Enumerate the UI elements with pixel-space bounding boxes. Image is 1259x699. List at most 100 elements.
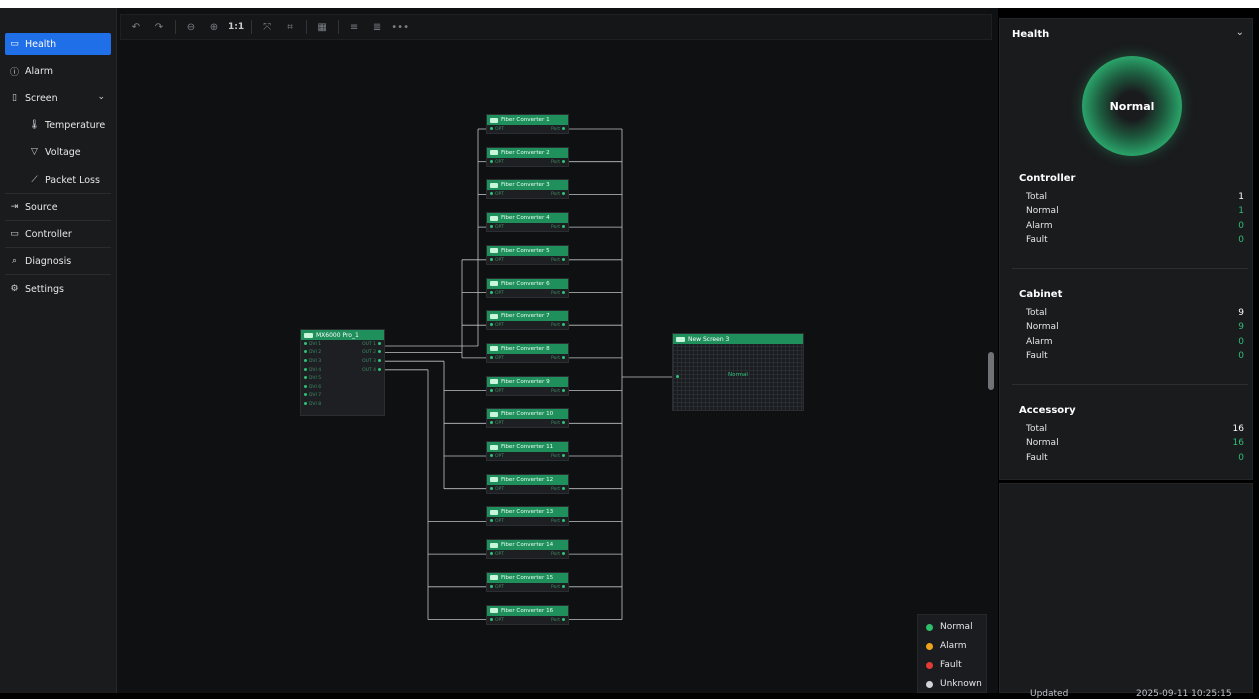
output-port[interactable]: Port: [551, 323, 565, 328]
output-port[interactable]: Port: [551, 127, 565, 132]
screen-node[interactable]: New Screen 3 Normal: [672, 333, 804, 411]
legend-dot: [926, 623, 933, 631]
controller-port-row: DVI 6: [301, 383, 384, 392]
fiber-converter-node[interactable]: Fiber Converter 10 OPT Port: [486, 408, 569, 429]
fiber-converter-title: Fiber Converter 16: [501, 607, 554, 614]
fiber-converter-title: Fiber Converter 5: [501, 247, 550, 254]
fiber-converter-node[interactable]: Fiber Converter 14 OPT Port: [486, 539, 569, 560]
controller-input-port[interactable]: DVI 8: [304, 401, 322, 407]
health-status-circle: Normal: [1082, 56, 1182, 156]
output-port[interactable]: Port: [551, 290, 565, 296]
controller-output-port[interactable]: OUT 1: [362, 341, 381, 347]
output-port[interactable]: Port: [551, 355, 565, 361]
output-port[interactable]: Port: [551, 192, 565, 197]
status-legend: Normal Alarm Fault Unknown: [917, 614, 987, 693]
chevron-down-icon[interactable]: ⌄: [1236, 27, 1244, 38]
section-divider: [1012, 384, 1248, 385]
output-port[interactable]: Port: [551, 552, 565, 557]
controller-node[interactable]: MX6000 Pro_1 DVI 1 OUT 1 DVI 2 OUT 2 DVI 3 OU…: [300, 329, 385, 416]
controller-output-port[interactable]: OUT 4: [362, 367, 381, 373]
fiber-converter-node[interactable]: Fiber Converter 11 OPT Port: [486, 441, 569, 461]
fiber-converter-header: Fiber Converter 16: [487, 605, 568, 616]
controller-input-port[interactable]: DVI 2: [304, 350, 321, 355]
row-label: Normal: [1026, 206, 1059, 216]
converter-icon: [490, 313, 498, 319]
row-label: Fault: [1026, 235, 1048, 245]
converter-icon: [490, 444, 498, 450]
row-value: 9: [1238, 308, 1244, 318]
fiber-converter-node[interactable]: Fiber Converter 6 OPT Port: [486, 277, 569, 298]
output-port[interactable]: Port: [551, 225, 565, 230]
input-port[interactable]: OPT: [490, 159, 504, 165]
cabinet-fault-row: Fault 0: [1026, 351, 1244, 365]
fiber-converter-node[interactable]: Fiber Converter 13 OPT Port: [486, 506, 569, 527]
fiber-converter-title: Fiber Converter 12: [501, 476, 554, 483]
port-label: Port: [551, 257, 560, 263]
input-port[interactable]: OPT: [490, 584, 505, 590]
canvas-scrollbar[interactable]: [988, 352, 994, 390]
output-port[interactable]: Port: [551, 257, 565, 263]
fiber-converter-node[interactable]: Fiber Converter 2 OPT Port: [486, 146, 569, 167]
port-label: DVI 8: [309, 401, 322, 407]
converter-icon: [490, 542, 498, 548]
input-port[interactable]: OPT: [490, 192, 504, 197]
fiber-converter-ports: OPT Port: [487, 223, 568, 232]
input-port[interactable]: OPT: [490, 355, 504, 361]
controller-input-port[interactable]: DVI 6: [304, 384, 322, 390]
fiber-converter-node[interactable]: Fiber Converter 7 OPT Port: [486, 310, 569, 331]
controller-output-port[interactable]: OUT 3: [362, 358, 381, 364]
port-label: OUT 2: [362, 350, 376, 356]
fiber-converter-node[interactable]: Fiber Converter 8 OPT Port: [486, 342, 569, 363]
fiber-converter-ports: OPT Port: [487, 321, 568, 330]
output-port[interactable]: Port: [551, 159, 565, 165]
fiber-converter-node[interactable]: Fiber Converter 1 OPT Port: [486, 114, 569, 134]
legend-item-unknown: Unknown: [926, 679, 982, 689]
cabinet-alarm-row: Alarm 0: [1026, 337, 1244, 351]
input-port[interactable]: OPT: [490, 552, 504, 557]
converter-icon: [490, 411, 498, 417]
input-port[interactable]: OPT: [490, 225, 504, 230]
input-port[interactable]: OPT: [490, 388, 504, 394]
output-port[interactable]: Port: [551, 519, 565, 524]
input-port[interactable]: OPT: [490, 486, 504, 492]
fiber-converter-title: Fiber Converter 10: [501, 411, 554, 418]
input-port[interactable]: OPT: [490, 421, 504, 426]
controller-input-port[interactable]: DVI 7: [304, 393, 321, 398]
fiber-converter-node[interactable]: Fiber Converter 9 OPT Port: [486, 375, 569, 396]
fiber-converter-title: Fiber Converter 15: [501, 574, 554, 581]
controller-input-port[interactable]: DVI 5: [304, 376, 321, 381]
fiber-converter-title: Fiber Converter 6: [501, 280, 550, 287]
output-port[interactable]: Port: [551, 454, 565, 459]
input-port[interactable]: OPT: [490, 257, 504, 263]
port-label: DVI 6: [309, 384, 322, 390]
controller-input-port[interactable]: DVI 3: [304, 358, 321, 364]
fiber-converter-node[interactable]: Fiber Converter 3 OPT Port: [486, 179, 569, 200]
output-port[interactable]: Port: [551, 617, 565, 623]
converter-icon: [490, 215, 498, 221]
controller-output-port[interactable]: OUT 2: [362, 350, 381, 355]
port-label: OPT: [495, 584, 505, 590]
fiber-converter-node[interactable]: Fiber Converter 15 OPT Port: [486, 571, 569, 592]
input-port[interactable]: OPT: [490, 323, 504, 328]
input-port[interactable]: OPT: [490, 519, 504, 524]
fiber-converter-ports: OPT Port: [487, 419, 568, 428]
fiber-converter-node[interactable]: Fiber Converter 12 OPT Port: [486, 473, 569, 494]
input-port[interactable]: OPT: [490, 454, 504, 459]
fiber-converter-node[interactable]: Fiber Converter 5 OPT Port: [486, 244, 569, 265]
fiber-converter-node[interactable]: Fiber Converter 4 OPT Port: [486, 212, 569, 233]
input-port[interactable]: OPT: [490, 290, 504, 296]
output-port[interactable]: Port: [551, 584, 565, 590]
controller-port-row: DVI 2 OUT 2: [301, 349, 384, 358]
output-port[interactable]: Port: [551, 486, 565, 492]
output-port[interactable]: Port: [551, 388, 565, 394]
legend-dot: [926, 661, 933, 669]
controller-port-row: DVI 3 OUT 3: [301, 357, 384, 366]
fiber-converter-node[interactable]: Fiber Converter 16 OPT Port: [486, 604, 569, 625]
converter-icon: [490, 379, 498, 385]
output-port[interactable]: Port: [551, 421, 565, 426]
fiber-converter-header: Fiber Converter 8: [487, 343, 568, 354]
input-port[interactable]: OPT: [490, 127, 504, 132]
controller-input-port[interactable]: DVI 1: [304, 341, 321, 347]
input-port[interactable]: OPT: [490, 617, 504, 623]
controller-input-port[interactable]: DVI 4: [304, 367, 321, 373]
